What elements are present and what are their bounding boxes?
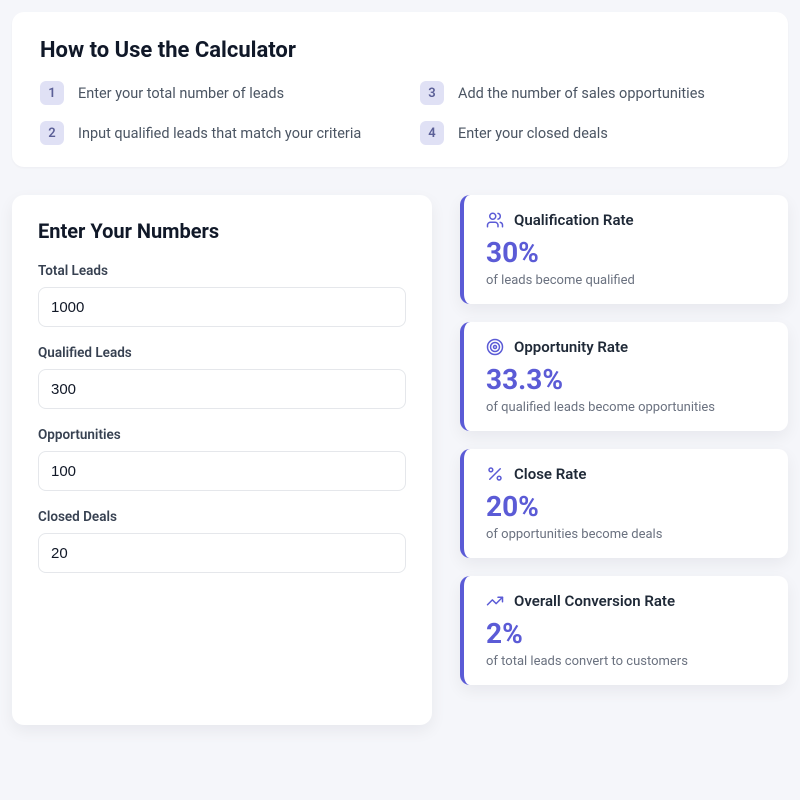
metric-title: Overall Conversion Rate (514, 592, 675, 610)
metric-value: 20% (486, 493, 768, 521)
metric-sub: of leads become qualified (486, 273, 768, 288)
step-text: Add the number of sales opportunities (458, 85, 705, 102)
metric-value: 2% (486, 620, 768, 648)
metric-sub: of opportunities become deals (486, 527, 768, 542)
howto-step: 1 Enter your total number of leads (40, 81, 380, 105)
metric-opportunity-rate: Opportunity Rate 33.3% of qualified lead… (460, 322, 788, 431)
qualified-leads-label: Qualified Leads (38, 345, 406, 361)
target-icon (486, 338, 504, 356)
metric-value: 30% (486, 239, 768, 267)
opportunities-input[interactable] (38, 451, 406, 491)
step-number-badge: 1 (40, 81, 64, 105)
step-number-badge: 3 (420, 81, 444, 105)
metrics-column: Qualification Rate 30% of leads become q… (460, 195, 788, 725)
metric-value: 33.3% (486, 366, 768, 394)
metric-title: Qualification Rate (514, 211, 634, 229)
opportunities-label: Opportunities (38, 427, 406, 443)
qualified-leads-input[interactable] (38, 369, 406, 409)
howto-step: 3 Add the number of sales opportunities (420, 81, 760, 105)
metric-qualification-rate: Qualification Rate 30% of leads become q… (460, 195, 788, 304)
field-closed-deals: Closed Deals (38, 509, 406, 573)
metric-sub: of total leads convert to customers (486, 654, 768, 669)
metric-title: Opportunity Rate (514, 338, 628, 356)
howto-card: How to Use the Calculator 1 Enter your t… (12, 12, 788, 167)
field-opportunities: Opportunities (38, 427, 406, 491)
metric-overall-conversion-rate: Overall Conversion Rate 2% of total lead… (460, 576, 788, 685)
total-leads-label: Total Leads (38, 263, 406, 279)
trending-up-icon (486, 592, 504, 610)
howto-title: How to Use the Calculator (40, 38, 760, 63)
enter-title: Enter Your Numbers (38, 219, 406, 243)
howto-step: 2 Input qualified leads that match your … (40, 121, 380, 145)
howto-steps: 1 Enter your total number of leads 3 Add… (40, 81, 760, 145)
metric-title: Close Rate (514, 465, 586, 483)
field-qualified-leads: Qualified Leads (38, 345, 406, 409)
step-text: Enter your total number of leads (78, 85, 284, 102)
step-number-badge: 4 (420, 121, 444, 145)
howto-step: 4 Enter your closed deals (420, 121, 760, 145)
step-text: Enter your closed deals (458, 125, 608, 142)
metric-close-rate: Close Rate 20% of opportunities become d… (460, 449, 788, 558)
users-icon (486, 211, 504, 229)
closed-deals-label: Closed Deals (38, 509, 406, 525)
field-total-leads: Total Leads (38, 263, 406, 327)
enter-numbers-card: Enter Your Numbers Total Leads Qualified… (12, 195, 432, 725)
total-leads-input[interactable] (38, 287, 406, 327)
closed-deals-input[interactable] (38, 533, 406, 573)
metric-sub: of qualified leads become opportunities (486, 400, 768, 415)
percent-icon (486, 465, 504, 483)
step-number-badge: 2 (40, 121, 64, 145)
step-text: Input qualified leads that match your cr… (78, 125, 361, 142)
